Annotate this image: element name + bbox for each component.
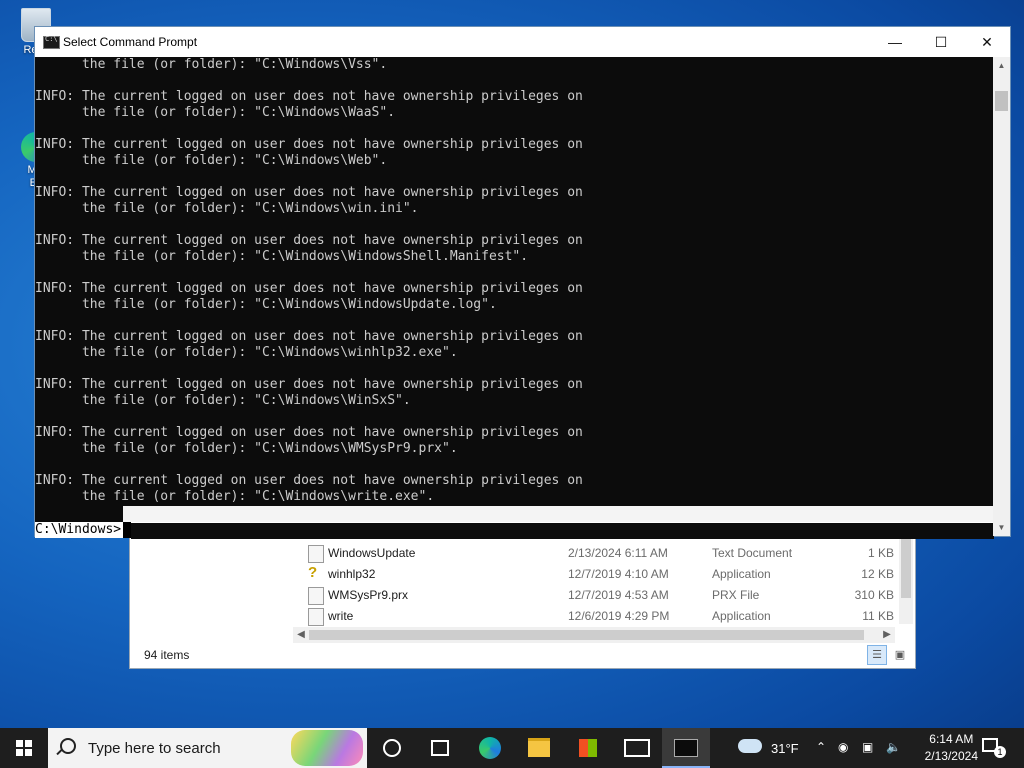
show-hidden-icons-chevron-icon[interactable]: ⌃	[816, 740, 830, 754]
scroll-left-icon[interactable]: ◀	[293, 627, 309, 643]
console-output[interactable]: the file (or folder): "C:\Windows\Vss". …	[35, 57, 994, 538]
input-area[interactable]	[131, 522, 994, 539]
volume-muted-icon[interactable]: 🔈	[886, 740, 904, 754]
scrollbar-thumb[interactable]	[309, 630, 864, 640]
file-name: WindowsUpdate	[328, 546, 416, 560]
console-vertical-scrollbar[interactable]: ▲ ▼	[993, 57, 1010, 536]
large-icons-view-icon[interactable]: ▣	[890, 645, 910, 665]
microsoft-store-icon[interactable]	[564, 728, 612, 768]
help-app-icon: ?	[308, 564, 318, 581]
file-type: Application	[712, 609, 771, 623]
selection-highlight	[123, 506, 993, 522]
taskbar: Type here to search 31°F ⌃ ◉ ▣ 🔈 6:14 AM…	[0, 728, 1024, 768]
scroll-right-icon[interactable]: ▶	[879, 627, 895, 643]
scroll-up-icon[interactable]: ▲	[993, 57, 1010, 74]
file-row[interactable]: WindowsUpdate 2/13/2024 6:11 AM Text Doc…	[308, 543, 898, 564]
title-bar[interactable]: Select Command Prompt — ☐ ✕	[35, 27, 1010, 57]
text-file-icon	[308, 545, 324, 563]
write-app-icon	[308, 608, 324, 626]
file-name: winhlp32	[328, 567, 376, 581]
clock-date: 2/13/2024	[924, 749, 978, 763]
scrollbar-thumb[interactable]	[995, 91, 1008, 111]
cmd-app-icon	[43, 35, 60, 49]
task-view-icon[interactable]	[416, 728, 464, 768]
file-size: 12 KB	[861, 567, 894, 581]
minimize-button[interactable]: —	[872, 27, 918, 57]
command-prompt-taskbar-icon[interactable]	[662, 728, 710, 768]
file-icon	[308, 587, 324, 605]
weather-temperature: 31°F	[771, 741, 799, 756]
mail-icon[interactable]	[613, 728, 661, 768]
scrollbar-thumb[interactable]	[901, 534, 911, 598]
clock-time: 6:14 AM	[929, 732, 974, 746]
file-type: Text Document	[712, 546, 793, 560]
maximize-button[interactable]: ☐	[918, 27, 964, 57]
file-type: Application	[712, 567, 771, 581]
start-button[interactable]	[0, 728, 48, 768]
file-date: 12/7/2019 4:53 AM	[568, 588, 669, 602]
notification-center-icon[interactable]: 1	[982, 738, 1006, 758]
item-count: 94 items	[144, 648, 190, 662]
scroll-down-icon[interactable]: ▼	[993, 519, 1010, 536]
file-date: 2/13/2024 6:11 AM	[568, 546, 668, 560]
taskbar-search-box[interactable]: Type here to search	[48, 728, 367, 768]
meet-now-icon[interactable]: ◉	[838, 740, 854, 754]
file-row[interactable]: ? winhlp32 12/7/2019 4:10 AM Application…	[308, 564, 898, 585]
file-type: PRX File	[712, 588, 760, 602]
file-date: 12/6/2019 4:29 PM	[568, 609, 670, 623]
search-highlight-mask-icon	[291, 730, 363, 766]
weather-widget[interactable]: 31°F	[738, 728, 808, 768]
search-placeholder: Type here to search	[88, 740, 221, 757]
file-row[interactable]: write 12/6/2019 4:29 PM Application 11 K…	[308, 606, 898, 627]
file-explorer-icon[interactable]	[515, 728, 563, 768]
windows-logo-icon	[16, 740, 32, 756]
file-size: 11 KB	[862, 609, 894, 623]
details-view-icon[interactable]: ☰	[867, 645, 887, 665]
file-size: 1 KB	[867, 546, 894, 560]
file-name: write	[328, 609, 354, 623]
command-prompt: C:\Windows>	[35, 522, 124, 538]
system-clock[interactable]: 6:14 AM 2/13/2024	[925, 731, 978, 765]
file-name: WMSysPr9.prx	[328, 588, 409, 602]
notification-count: 1	[994, 746, 1006, 758]
explorer-vertical-scrollbar[interactable]	[899, 526, 913, 624]
command-prompt-window[interactable]: Select Command Prompt — ☐ ✕ the file (or…	[34, 26, 1011, 539]
edge-browser-icon[interactable]	[466, 728, 514, 768]
file-date: 12/7/2019 4:10 AM	[568, 567, 669, 581]
cortana-icon[interactable]	[368, 728, 416, 768]
network-icon[interactable]: ▣	[862, 740, 880, 754]
search-icon	[60, 738, 76, 754]
file-row[interactable]: WMSysPr9.prx 12/7/2019 4:53 AM PRX File …	[308, 585, 898, 606]
close-button[interactable]: ✕	[964, 27, 1010, 57]
console-text: the file (or folder): "C:\Windows\Vss". …	[35, 57, 583, 504]
prompt-line[interactable]: C:\Windows>	[35, 522, 994, 539]
explorer-horizontal-scrollbar[interactable]: ◀ ▶	[293, 627, 895, 643]
file-size: 310 KB	[854, 588, 894, 602]
window-title: Select Command Prompt	[63, 35, 198, 49]
weather-cloud-icon	[738, 739, 762, 753]
